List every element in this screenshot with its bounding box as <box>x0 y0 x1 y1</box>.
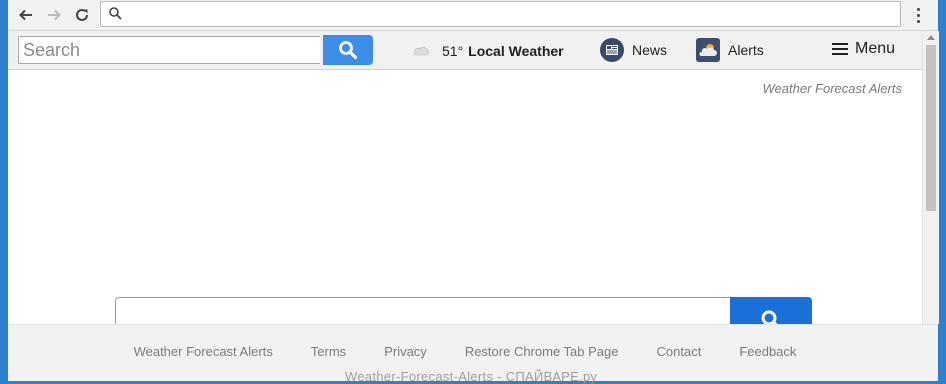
reload-icon <box>76 8 88 21</box>
extension-toolbar: 51° Local Weather News Alerts Menu <box>8 31 922 70</box>
local-weather-widget[interactable]: 51° Local Weather <box>412 40 564 62</box>
footer-link-terms[interactable]: Terms <box>311 344 346 359</box>
footer-link-brand[interactable]: Weather Forecast Alerts <box>134 344 273 359</box>
cloud-icon <box>414 47 429 56</box>
reload-button[interactable] <box>70 3 94 27</box>
main-search-button[interactable] <box>730 297 812 327</box>
window-frame-right <box>938 0 946 384</box>
forward-arrow-icon <box>48 9 61 21</box>
alerts-icon <box>696 38 720 62</box>
kebab-menu-icon[interactable] <box>911 4 925 26</box>
hamburger-icon <box>832 43 848 55</box>
menu-button[interactable]: Menu <box>832 40 895 58</box>
scrollbar-thumb[interactable] <box>926 45 936 211</box>
watermark-text: Weather-Forecast-Alerts - СПАЙВАРЕ.ру <box>345 369 598 384</box>
main-search-bar <box>115 297 812 327</box>
menu-label: Menu <box>855 40 896 57</box>
browser-toolbar <box>8 0 938 31</box>
back-arrow-icon <box>19 9 32 21</box>
forward-button[interactable] <box>42 3 66 27</box>
toolbar-search-input[interactable] <box>18 36 320 64</box>
alerts-button[interactable]: Alerts <box>696 38 764 62</box>
news-label: News <box>632 42 668 58</box>
search-icon <box>109 7 122 20</box>
toolbar-search-button[interactable] <box>323 35 373 65</box>
vertical-scrollbar[interactable] <box>922 31 939 324</box>
footer-link-contact[interactable]: Contact <box>657 344 702 359</box>
page-footer: Weather Forecast Alerts Terms Privacy Re… <box>8 324 938 384</box>
scroll-up-arrow-icon[interactable] <box>927 35 935 40</box>
brand-title: Weather Forecast Alerts <box>762 81 902 96</box>
alerts-label: Alerts <box>728 42 764 58</box>
back-button[interactable] <box>14 3 38 27</box>
footer-links: Weather Forecast Alerts Terms Privacy Re… <box>8 344 922 359</box>
weather-label: Local Weather <box>468 43 564 59</box>
main-search-input[interactable] <box>115 297 731 327</box>
news-button[interactable]: News <box>600 38 667 62</box>
search-icon <box>339 41 358 60</box>
news-icon <box>600 38 624 62</box>
footer-link-restore-tab[interactable]: Restore Chrome Tab Page <box>465 344 619 359</box>
footer-link-privacy[interactable]: Privacy <box>384 344 427 359</box>
footer-link-feedback[interactable]: Feedback <box>739 344 796 359</box>
window-frame-left <box>0 0 8 384</box>
address-bar[interactable] <box>100 1 901 27</box>
weather-temperature: 51° <box>442 43 464 59</box>
